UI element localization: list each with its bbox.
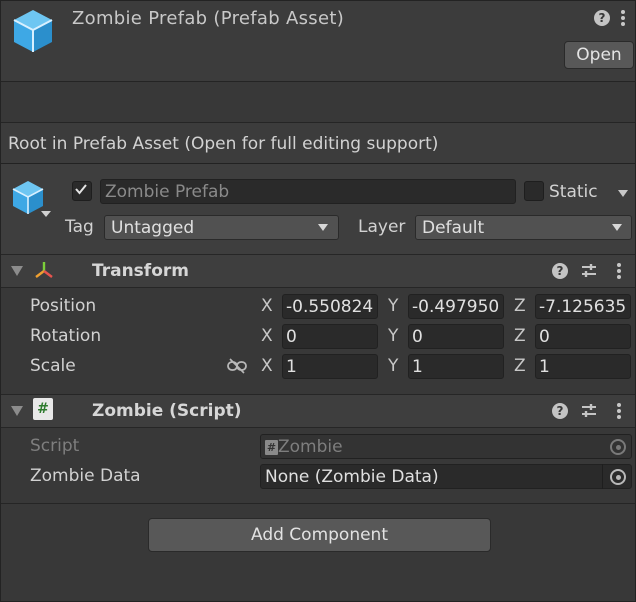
script-hash-icon: # (37, 401, 49, 417)
script-foldout-icon[interactable] (11, 406, 23, 416)
tag-dropdown[interactable]: Untagged (104, 215, 339, 240)
components-divider (1, 503, 635, 504)
static-checkbox[interactable] (524, 181, 544, 201)
object-picker-icon[interactable] (610, 469, 626, 485)
tag-caret-icon (318, 224, 328, 231)
gameobject-section (1, 164, 635, 254)
script-ref-icon: # (265, 439, 278, 455)
icon-dropdown-caret[interactable] (40, 210, 52, 218)
help-icon[interactable]: ? (594, 10, 610, 26)
scale-x-label: X (261, 356, 273, 376)
position-label: Position (30, 296, 97, 316)
zombie-data-field[interactable]: None (Zombie Data) (260, 464, 632, 489)
zombie-data-value: None (Zombie Data) (265, 467, 439, 487)
position-y-field[interactable]: -0.497950 (408, 294, 504, 319)
rotation-x-label: X (261, 326, 273, 346)
transform-title: Transform (92, 261, 189, 281)
header-spacer (1, 82, 635, 123)
tag-value: Untagged (111, 218, 195, 238)
scale-x-field[interactable]: 1 (282, 354, 378, 379)
prefab-notice-text: Root in Prefab Asset (Open for full edit… (8, 134, 439, 154)
zombie-data-label: Zombie Data (30, 466, 141, 486)
transform-help-icon[interactable]: ? (552, 263, 568, 279)
add-component-button[interactable]: Add Component (148, 518, 491, 552)
scale-label: Scale (30, 356, 76, 376)
rotation-y-field[interactable]: 0 (408, 324, 504, 349)
script-label: Script (30, 436, 80, 456)
position-y-label: Y (388, 296, 399, 316)
tag-label: Tag (65, 217, 94, 237)
layer-value: Default (422, 218, 485, 238)
transform-foldout-icon[interactable] (11, 266, 23, 276)
prefab-title: Zombie Prefab (Prefab Asset) (72, 8, 345, 29)
gameobject-name-field[interactable]: Zombie Prefab (100, 179, 516, 204)
position-x-label: X (261, 296, 273, 316)
rotation-z-field[interactable]: 0 (535, 324, 631, 349)
prefab-cube-icon (13, 10, 53, 52)
picker-divider (602, 464, 603, 489)
script-file-icon: # (33, 398, 53, 420)
static-label: Static (549, 182, 598, 202)
static-dropdown-caret[interactable] (618, 190, 628, 197)
layer-caret-icon (612, 224, 622, 231)
script-preset-icon[interactable] (580, 402, 598, 420)
transform-menu-icon[interactable] (616, 261, 622, 281)
script-component-title: Zombie (Script) (92, 401, 242, 421)
script-help-icon[interactable]: ? (552, 403, 568, 419)
transform-axes-icon (35, 262, 53, 278)
script-reference-value: Zombie (278, 437, 343, 457)
transform-preset-icon[interactable] (580, 262, 598, 280)
rotation-z-label: Z (514, 326, 526, 346)
rotation-label: Rotation (30, 326, 102, 346)
rotation-x-field[interactable]: 0 (282, 324, 378, 349)
layer-dropdown[interactable]: Default (415, 215, 632, 240)
script-picker-icon (610, 439, 626, 455)
rotation-y-label: Y (388, 326, 399, 346)
check-icon (75, 184, 87, 195)
open-prefab-button[interactable]: Open (564, 41, 634, 69)
scale-z-field[interactable]: 1 (535, 354, 631, 379)
script-menu-icon[interactable] (616, 401, 622, 421)
position-x-field[interactable]: -0.550824 (282, 294, 378, 319)
position-z-field[interactable]: -7.125635 (535, 294, 631, 319)
script-reference-field: # Zombie (260, 434, 632, 459)
scale-z-label: Z (514, 356, 526, 376)
scale-y-label: Y (388, 356, 399, 376)
position-z-label: Z (514, 296, 526, 316)
constrain-link-icon[interactable] (226, 358, 248, 374)
layer-label: Layer (358, 217, 406, 237)
kebab-menu-icon[interactable] (620, 8, 626, 28)
scale-y-field[interactable]: 1 (408, 354, 504, 379)
